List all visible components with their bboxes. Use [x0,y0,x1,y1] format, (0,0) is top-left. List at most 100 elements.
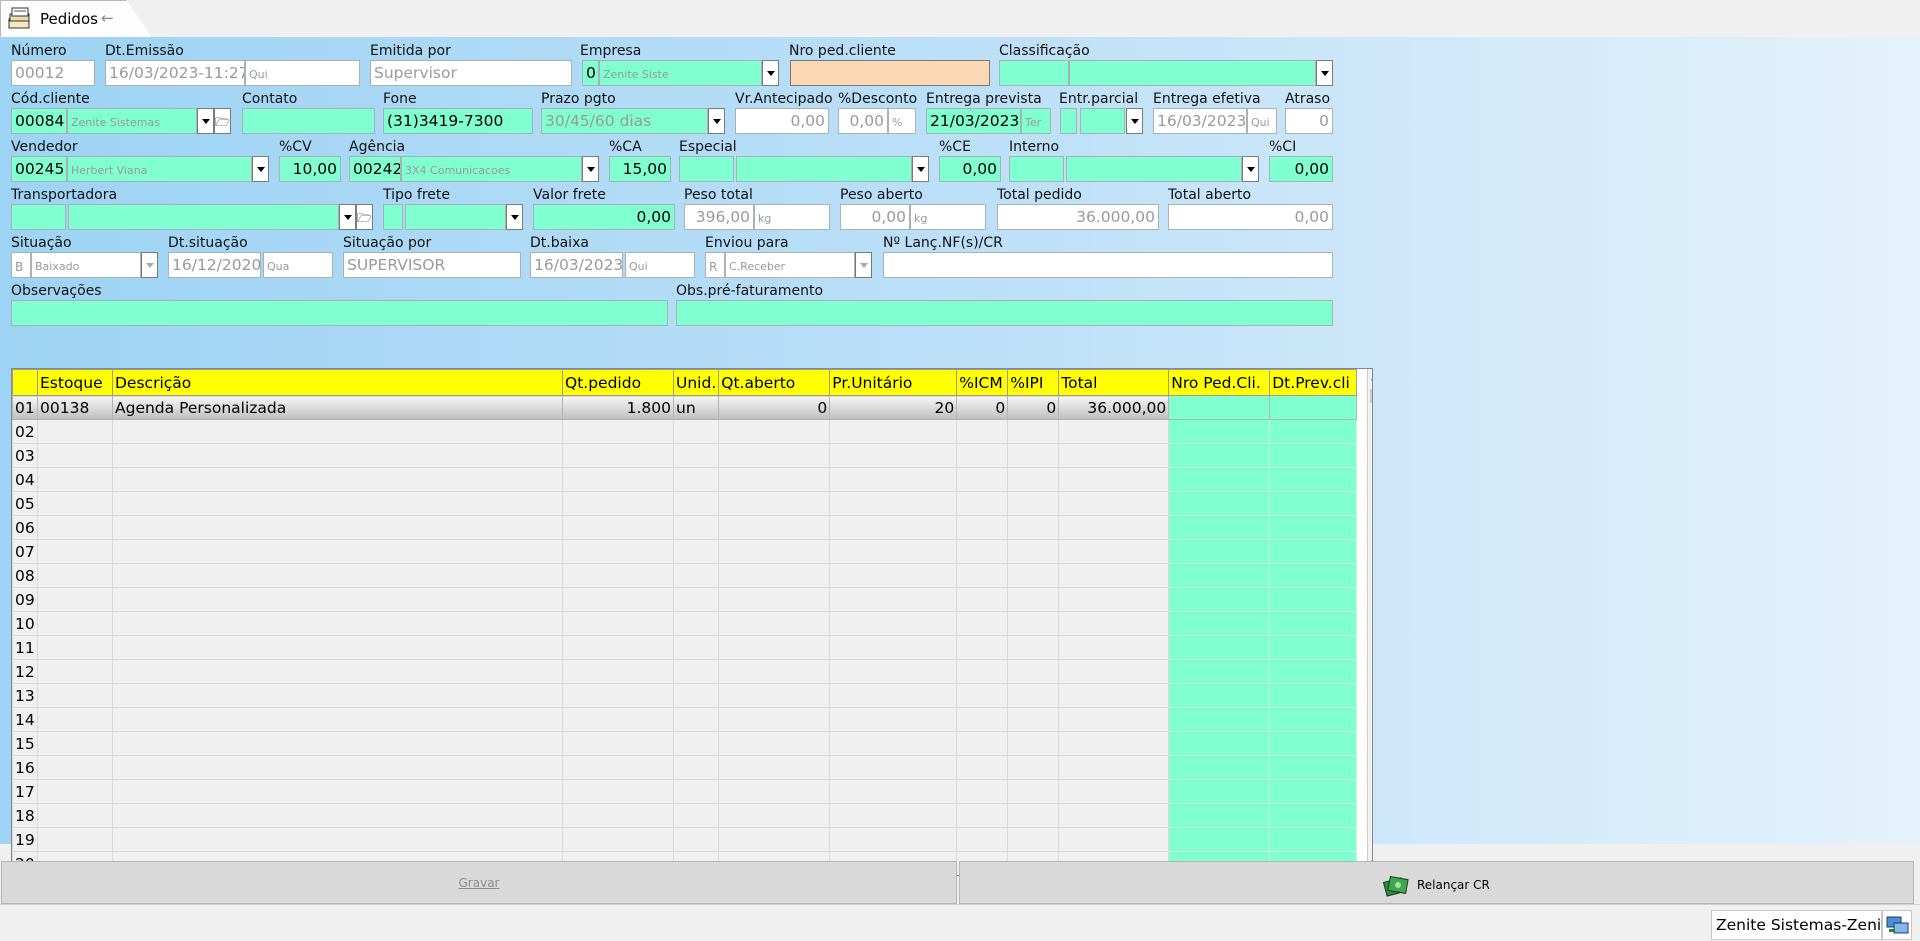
cell-qt-aberto[interactable]: 0 [718,395,831,420]
back-arrow-icon[interactable]: ← [101,9,114,27]
table-row[interactable]: 16 [12,755,1358,780]
cell-nro-ped-cli[interactable] [1168,563,1271,588]
cell-total[interactable]: 36.000,00 [1058,395,1170,420]
cell-qt-pedido[interactable] [562,419,674,444]
cell-ipi[interactable]: 0 [1007,395,1060,420]
cliente-name-field[interactable]: Zenite Sistemas [67,108,197,134]
cell-qt-aberto[interactable] [718,779,831,804]
cell-pr-unitario[interactable] [829,563,958,588]
cell-estoque[interactable] [37,779,113,804]
cell-ipi[interactable] [1007,827,1060,852]
cell-icm[interactable]: 0 [956,395,1009,420]
cell-icm[interactable] [956,611,1009,636]
empresa-name-field[interactable]: Zenite Siste [599,60,762,86]
transportadora-name-field[interactable] [68,204,339,230]
cell-pr-unitario[interactable] [829,707,958,732]
nro-ped-cliente-input[interactable] [790,60,990,86]
enviou-para-dropdown-icon[interactable] [855,252,872,278]
network-computer-icon[interactable] [1882,910,1912,940]
situacao-code-field[interactable]: B [11,252,31,278]
cell-descricao[interactable] [112,443,563,468]
situacao-por-field[interactable]: SUPERVISOR [343,252,521,278]
cell-dt-prev-cli[interactable] [1269,779,1358,804]
cell-nro-ped-cli[interactable] [1168,587,1271,612]
cell-pr-unitario[interactable] [829,491,958,516]
cell-pr-unitario[interactable] [829,419,958,444]
cell-pr-unitario[interactable] [829,683,958,708]
cell-ipi[interactable] [1007,515,1060,540]
cell-icm[interactable] [956,659,1009,684]
emitida-por-field[interactable]: Supervisor [370,60,572,86]
cell-nro-ped-cli[interactable] [1168,635,1271,660]
cell-dt-prev-cli[interactable] [1269,731,1358,756]
ci-field[interactable]: 0,00 [1269,156,1333,182]
cell-ipi[interactable] [1007,443,1060,468]
cell-unid[interactable] [672,731,720,756]
cell-icm[interactable] [956,491,1009,516]
cell-qt-pedido[interactable] [562,611,674,636]
situacao-field[interactable]: Baixado [31,252,141,278]
valor-frete-field[interactable]: 0,00 [533,204,675,230]
table-row[interactable]: 18 [12,803,1358,828]
peso-aberto-field[interactable]: 0,00 [840,204,910,230]
cell-icm[interactable] [956,803,1009,828]
cell-pr-unitario[interactable] [829,827,958,852]
cell-icm[interactable] [956,563,1009,588]
table-row[interactable]: 01 00138 Agenda Personalizada 1.800 un 0 20 0 0 3… [12,395,1358,420]
cell-total[interactable] [1058,707,1170,732]
interno-code-field[interactable] [1009,156,1064,182]
cell-dt-prev-cli[interactable] [1269,611,1358,636]
cell-qt-pedido[interactable] [562,443,674,468]
grid-vertical-scrollbar[interactable]: ▲ ▼ [1367,369,1372,875]
gravar-button[interactable]: Gravar [1,861,957,904]
cell-descricao[interactable] [112,779,563,804]
cell-qt-aberto[interactable] [718,827,831,852]
entr-parcial-dropdown-icon[interactable] [1126,108,1143,134]
entr-parcial-field[interactable] [1080,108,1125,134]
cell-estoque[interactable] [37,515,113,540]
cell-qt-pedido[interactable] [562,563,674,588]
cliente-folder-icon[interactable]: 🗁 [214,108,231,134]
cell-unid[interactable] [672,587,720,612]
cell-nro-ped-cli[interactable] [1168,755,1271,780]
cell-total[interactable] [1058,419,1170,444]
enviou-para-code-field[interactable]: R [705,252,725,278]
cell-qt-pedido[interactable] [562,779,674,804]
cell-estoque[interactable]: 00138 [37,395,113,420]
cell-descricao[interactable] [112,659,563,684]
cell-estoque[interactable] [37,683,113,708]
transportadora-code-field[interactable] [11,204,66,230]
cell-icm[interactable] [956,587,1009,612]
cell-qt-pedido[interactable] [562,659,674,684]
entr-parcial-code-field[interactable] [1060,108,1077,134]
table-row[interactable]: 05 [12,491,1358,516]
empresa-code-field[interactable]: 0 [582,60,599,86]
cell-qt-pedido[interactable] [562,491,674,516]
cell-total[interactable] [1058,491,1170,516]
cell-dt-prev-cli[interactable] [1269,419,1358,444]
cell-qt-aberto[interactable] [718,659,831,684]
transportadora-folder-icon[interactable]: 🗁 [356,204,373,230]
cell-descricao[interactable] [112,515,563,540]
cell-unid[interactable] [672,443,720,468]
tab-pedidos[interactable]: Pedidos ← [0,0,152,37]
cell-qt-aberto[interactable] [718,683,831,708]
cell-pr-unitario[interactable] [829,515,958,540]
cell-total[interactable] [1058,611,1170,636]
cell-unid[interactable] [672,515,720,540]
cell-estoque[interactable] [37,707,113,732]
cell-ipi[interactable] [1007,587,1060,612]
cell-qt-pedido[interactable] [562,683,674,708]
cell-pr-unitario[interactable] [829,755,958,780]
cell-ipi[interactable] [1007,419,1060,444]
table-row[interactable]: 14 [12,707,1358,732]
cell-ipi[interactable] [1007,779,1060,804]
cell-qt-pedido[interactable] [562,515,674,540]
prazo-pgto-dropdown-icon[interactable] [708,108,725,134]
header-col-pr-unitario[interactable]: Pr.Unitário [829,369,958,396]
cell-estoque[interactable] [37,443,113,468]
table-row[interactable]: 03 [12,443,1358,468]
cell-nro-ped-cli[interactable] [1168,539,1271,564]
cell-estoque[interactable] [37,635,113,660]
cell-ipi[interactable] [1007,803,1060,828]
